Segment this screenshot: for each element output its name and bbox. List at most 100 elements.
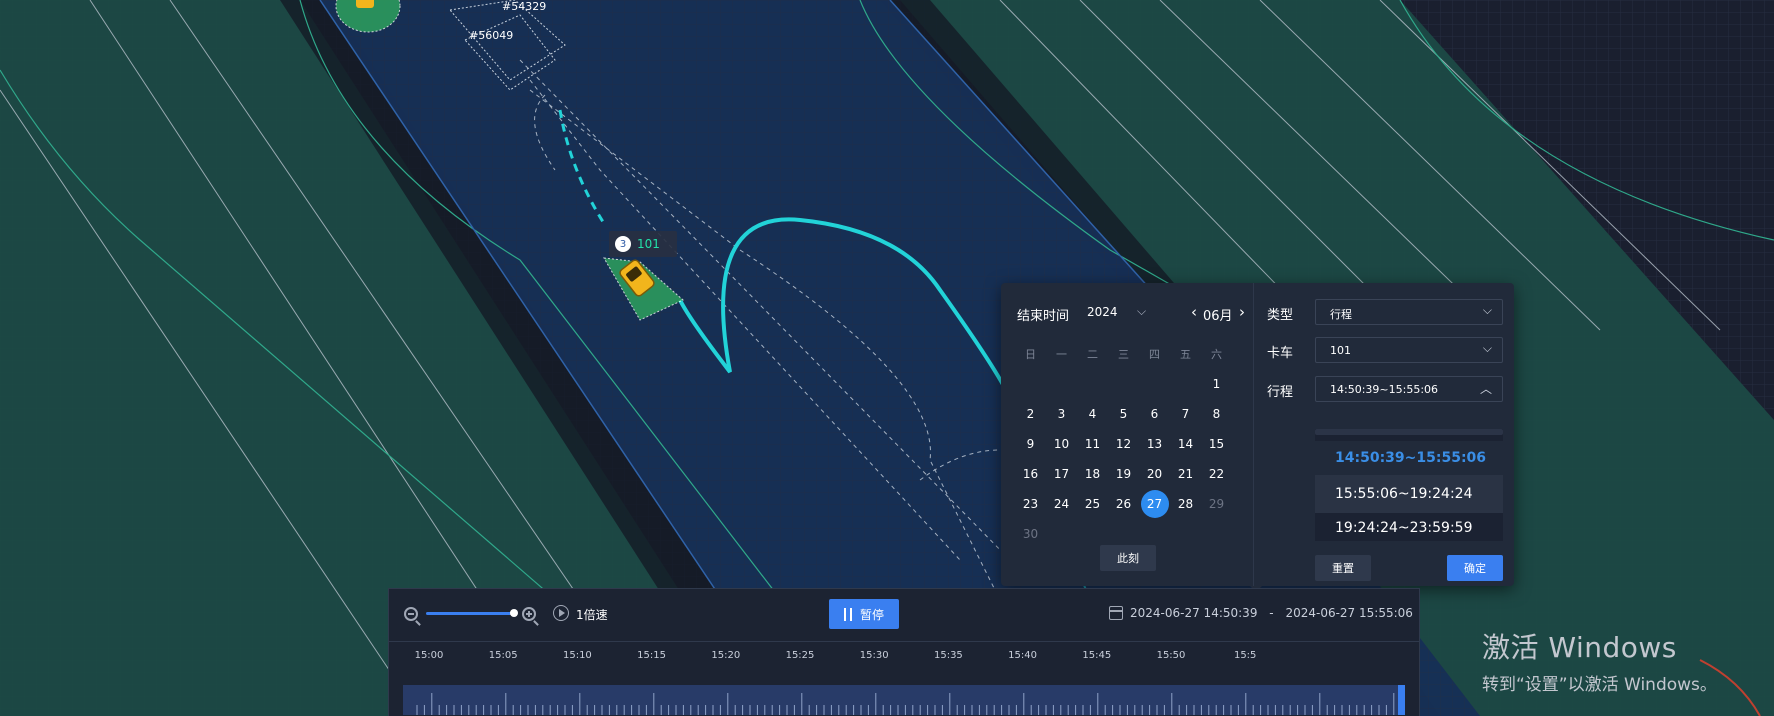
calendar-day[interactable]: 28 [1170,489,1201,519]
calendar-day-number: 2 [1026,407,1035,421]
calendar-day-number: 12 [1115,437,1132,451]
chevron-right-icon[interactable]: › [1239,303,1245,321]
zoom-slider[interactable] [426,609,518,617]
vehicle-tag[interactable]: 3 101 [609,231,677,257]
vehicle-name: 101 [637,237,660,251]
calendar-panel: 结束时间 2024 ⌵ ‹ 06月 › 日一二三四五六 1 2 3 4 5 6 7 8 9 10 11… [1001,283,1254,586]
calendar-day-number: 4 [1088,407,1097,421]
calendar-day[interactable]: 13 [1139,429,1170,459]
timeline-tick-label: 15:15 [637,650,667,661]
pause-button[interactable]: 暂停 [829,599,899,629]
calendar-day-number: 20 [1146,467,1163,481]
year-select[interactable]: 2024 [1087,305,1118,319]
calendar-day[interactable]: 4 [1077,399,1108,429]
calendar-day[interactable]: 26 [1108,489,1139,519]
type-label: 类型 [1267,308,1294,323]
chevron-down-icon: ⌵ [1482,341,1492,355]
chevron-left-icon[interactable]: ‹ [1191,303,1197,321]
weekday-label: 六 [1211,348,1222,361]
timeline-tick-label: 15:30 [859,650,889,661]
trip-option[interactable]: 15:55:06~19:24:24 [1315,475,1503,513]
confirm-button[interactable]: 确定 [1447,555,1503,581]
truck-select[interactable]: 101 ⌵ [1315,337,1503,363]
calendar-day[interactable]: 2 [1015,399,1046,429]
calendar-day[interactable]: 18 [1077,459,1108,489]
zoom-slider-handle[interactable] [510,609,518,617]
calendar-day[interactable]: 20 [1139,459,1170,489]
calendar-day[interactable]: 8 [1201,399,1232,429]
trip-option[interactable]: 14:50:39~15:55:06 [1315,441,1503,475]
marker-label: #56049 [469,29,514,42]
pause-icon [843,607,852,621]
timeline-tick-label: 15:35 [933,650,963,661]
zoom-in-icon[interactable] [522,607,536,621]
calendar-day[interactable]: 17 [1046,459,1077,489]
calendar-day-number: 25 [1084,497,1101,511]
calendar-day-number: 14 [1177,437,1194,451]
calendar-day-number: 29 [1208,497,1225,511]
calendar-empty-cell [1201,519,1232,549]
calendar-day[interactable]: 27 [1139,489,1170,519]
calendar-day[interactable]: 15 [1201,429,1232,459]
calendar-empty-cell [1015,369,1046,399]
calendar-day-number: 5 [1119,407,1128,421]
calendar-day-number: 16 [1022,467,1039,481]
reset-button[interactable]: 重置 [1315,555,1371,581]
timeline-tick-label: 15:5 [1233,650,1257,661]
calendar-day[interactable]: 21 [1170,459,1201,489]
timeline-track[interactable] [403,685,1405,715]
chevron-down-icon[interactable]: ⌵ [1137,304,1146,319]
calendar-day-number: 13 [1146,437,1163,451]
calendar-day[interactable]: 6 [1139,399,1170,429]
weekday-label: 日 [1025,348,1036,361]
calendar-day[interactable]: 25 [1077,489,1108,519]
dropdown-scrollbar[interactable] [1315,429,1503,435]
calendar-day-number: 9 [1026,437,1035,451]
weekday-label: 二 [1087,348,1098,361]
calendar-day[interactable]: 5 [1108,399,1139,429]
calendar-icon[interactable] [1109,606,1123,620]
trip-option[interactable]: 19:24:24~23:59:59 [1315,511,1503,545]
weekday-row: 日一二三四五六 [1015,339,1233,369]
trip-select[interactable]: 14:50:39~15:55:06 ︿ [1315,376,1503,402]
calendar-day-number: 6 [1150,407,1159,421]
range-end: 2024-06-27 15:55:06 [1285,606,1413,620]
calendar-week: 9 10 11 12 13 14 15 [1015,429,1233,459]
calendar-day-number: 8 [1212,407,1221,421]
calendar-day[interactable]: 1 [1201,369,1232,399]
calendar-week: 16 17 18 19 20 21 22 [1015,459,1233,489]
calendar-day[interactable]: 3 [1046,399,1077,429]
time-range[interactable]: 2024-06-27 14:50:39 - 2024-06-27 15:55:0… [1130,606,1413,620]
timeline-playhead[interactable] [1398,685,1405,715]
playback-panel: 1倍速 暂停 2024-06-27 14:50:39 - 2024-06-27 … [388,588,1420,716]
calendar-day-number: 1 [1212,377,1221,391]
calendar-day-number: 24 [1053,497,1070,511]
play-speed-icon[interactable] [553,605,569,621]
month-label: 06月 [1203,309,1233,324]
calendar-day[interactable]: 23 [1015,489,1046,519]
truck-value: 101 [1330,344,1351,357]
calendar-day-number: 19 [1115,467,1132,481]
calendar-day[interactable]: 11 [1077,429,1108,459]
calendar-day[interactable]: 9 [1015,429,1046,459]
pause-label: 暂停 [859,607,884,622]
timeline-tick-label: 15:25 [785,650,815,661]
calendar-day[interactable]: 22 [1201,459,1232,489]
calendar-day[interactable]: 24 [1046,489,1077,519]
watermark-line1: 激活 Windows [1482,631,1677,664]
type-select[interactable]: 行程 ⌵ [1315,299,1503,325]
calendar-day[interactable]: 12 [1108,429,1139,459]
calendar-empty-cell [1170,519,1201,549]
calendar-day[interactable]: 16 [1015,459,1046,489]
trip-options-dropdown: 14:50:39~15:55:06 15:55:06~19:24:24 19:2… [1315,429,1503,541]
now-button[interactable]: 此刻 [1100,545,1156,571]
calendar-day[interactable]: 7 [1170,399,1201,429]
calendar-day[interactable]: 10 [1046,429,1077,459]
zoom-out-icon[interactable] [404,607,418,621]
speed-label[interactable]: 1倍速 [576,606,608,623]
calendar-day[interactable]: 14 [1170,429,1201,459]
calendar-empty-cell [1170,369,1201,399]
calendar-empty-cell [1046,519,1077,549]
calendar-day[interactable]: 19 [1108,459,1139,489]
chevron-down-icon: ⌵ [1482,303,1492,317]
